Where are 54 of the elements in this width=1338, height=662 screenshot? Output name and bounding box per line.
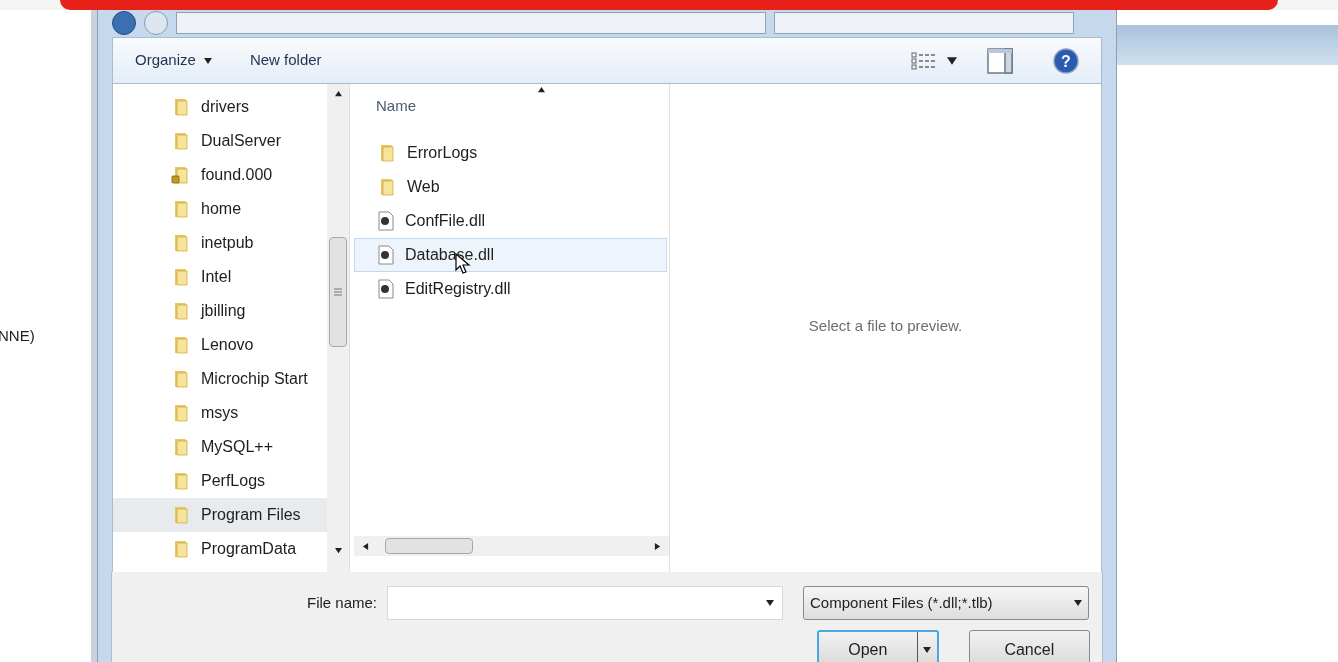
folder-tree-item[interactable]: found.000 [113,158,327,192]
file-name-label: File name: [307,592,378,613]
vertical-scrollbar[interactable] [327,84,349,572]
dll-file-icon [377,211,395,231]
file-list-item[interactable]: ErrorLogs [354,136,667,170]
folder-tree-item[interactable]: msys [113,396,327,430]
scroll-up-icon [334,90,342,97]
file-type-dropdown[interactable]: Component Files (*.dll;*.tlb) [803,586,1090,620]
scroll-down-icon [334,547,342,554]
folder-tree-item[interactable]: Lenovo [113,328,327,362]
folder-tree-item[interactable]: ProgramData [113,532,327,566]
preview-pane-icon[interactable] [987,47,1013,74]
file-name-field[interactable] [387,586,784,620]
split-caret-icon [923,646,932,654]
scroll-right-icon [654,542,661,550]
caret-icon [203,56,212,65]
folder-tree-item[interactable]: jbilling [113,294,327,328]
dropdown-caret-icon [766,599,775,607]
folder-tree-item[interactable]: drivers [113,90,327,124]
grip-icon [334,288,342,296]
scrollbar-thumb[interactable] [329,237,347,347]
file-list-item[interactable]: EditRegistry.dll [354,272,667,306]
folder-tree-item[interactable]: Program Files [113,498,327,532]
window-text: NNE) [0,325,36,346]
organize-menu[interactable]: Organize [135,49,212,72]
file-list-item[interactable]: ConfFile.dll [354,204,667,238]
locked-folder-icon [171,165,191,185]
horizontal-scrollbar[interactable] [354,536,669,556]
open-button[interactable]: Open [817,630,939,662]
dll-file-icon [377,279,395,299]
address-bar[interactable] [176,11,766,34]
scroll-left-icon [362,542,369,550]
sort-caret-icon [538,86,545,93]
folder-tree-item[interactable]: DualServer [113,124,327,158]
dll-file-icon [377,245,395,265]
scrollbar-thumb[interactable] [385,538,473,554]
cancel-button[interactable]: Cancel [968,630,1090,662]
new-folder-button[interactable]: New folder [249,49,322,72]
dropdown-caret-icon [1074,599,1083,607]
help-icon[interactable]: ? [1053,47,1079,74]
folder-tree-item[interactable]: PerfLogs [113,464,327,498]
folder-tree-item[interactable]: Microchip Start [113,362,327,396]
folder-tree-item[interactable]: inetpub [113,226,327,260]
file-list-item[interactable]: Database.dll [354,238,667,272]
preview-message: Select a file to preview. [808,315,963,336]
file-list-item[interactable]: Web [354,170,667,204]
folder-tree-item[interactable]: MySQL++ [113,430,327,464]
forward-button[interactable] [144,10,168,35]
name-column-header[interactable]: Name [376,94,416,118]
folder-tree-item[interactable]: Intel [113,260,327,294]
back-button[interactable] [112,10,136,35]
search-field[interactable] [774,11,1074,34]
folder-tree-item[interactable]: home [113,192,327,226]
caret-icon [947,55,957,66]
